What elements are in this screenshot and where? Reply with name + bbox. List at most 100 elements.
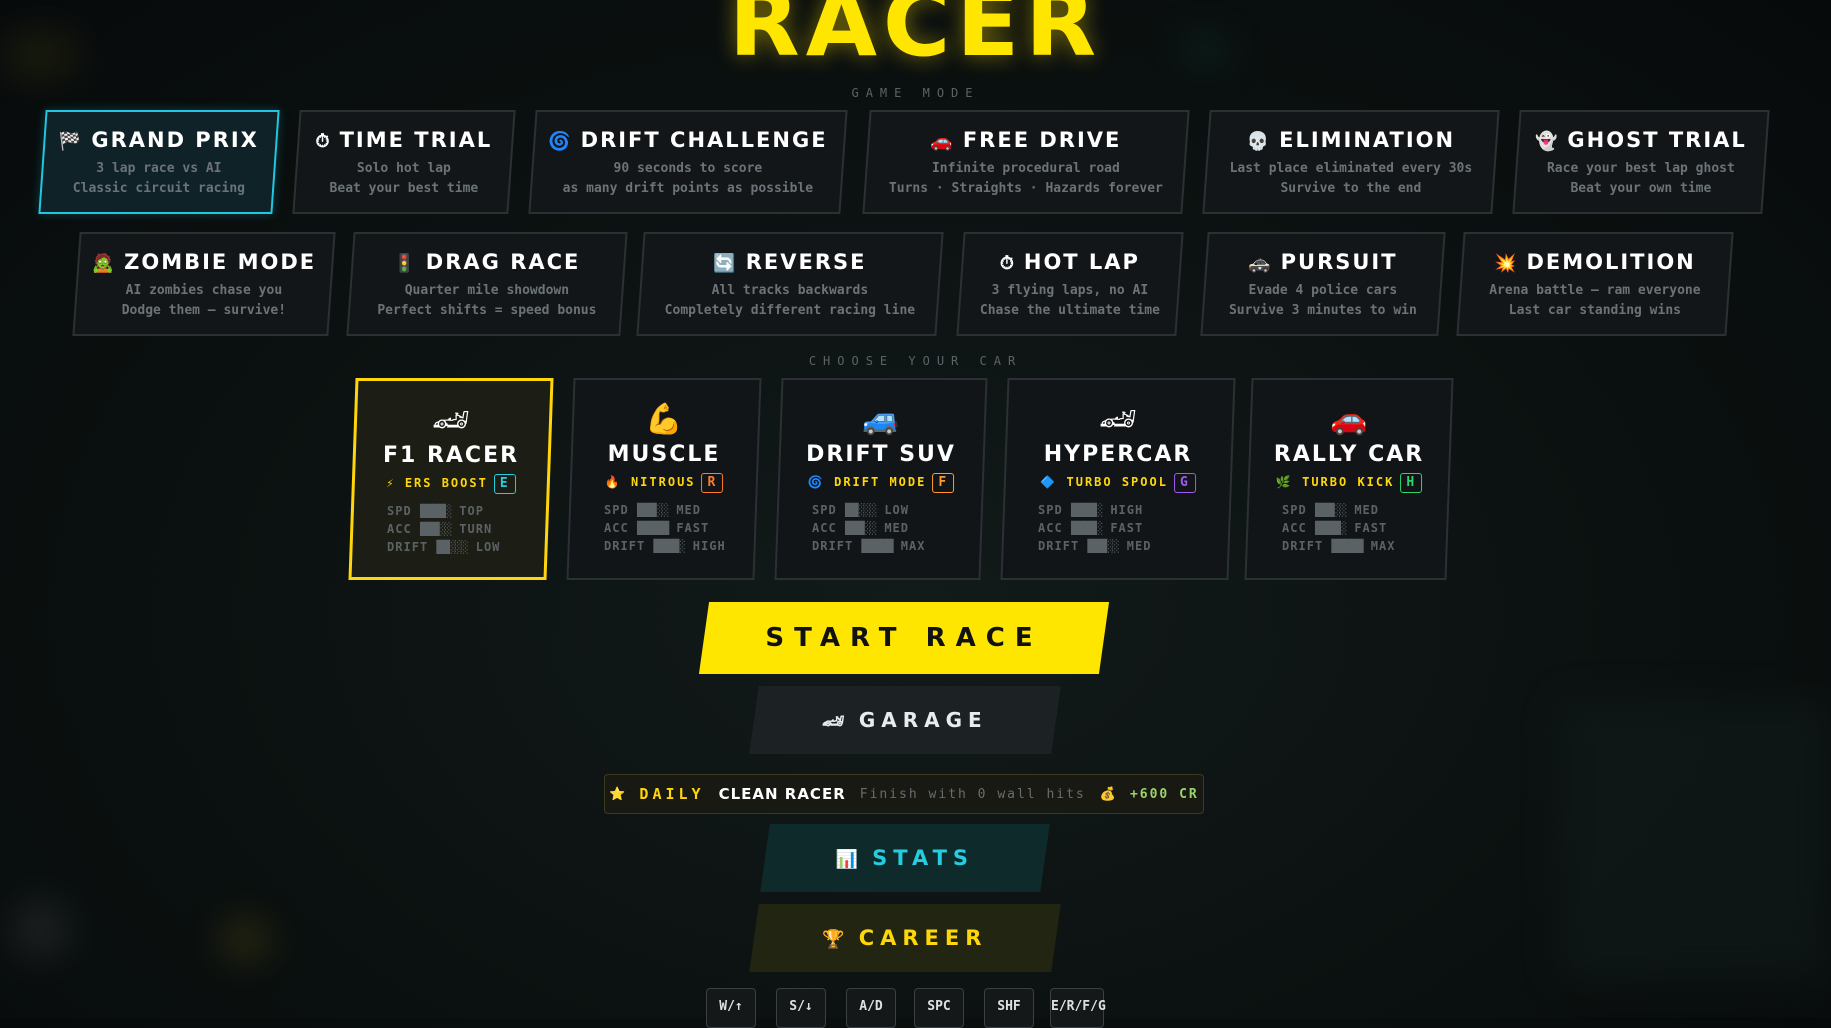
ability-key: G [1173, 473, 1196, 493]
mode-title-text: REVERSE [745, 250, 867, 274]
background-glow [10, 900, 70, 960]
stat-bar: ████░ [1070, 503, 1103, 517]
stats-label: STATS [872, 846, 975, 870]
key-hint: E/R/F/G [1050, 988, 1106, 1028]
mode-description: Arena battle — ram everyone Last car stan… [1462, 281, 1728, 321]
mode-card-ghost-trial[interactable]: 👻 GHOST TRIAL Race your best lap ghost Beat… [1512, 110, 1770, 214]
car-icon: 💪 [645, 402, 683, 437]
stat-bar: █████ [1331, 539, 1363, 553]
career-button[interactable]: 🏆 CAREER [749, 904, 1061, 972]
stat-bar: ██░░░ [844, 503, 877, 517]
mode-icon: 🚗 [930, 131, 955, 152]
mode-card-drag-race[interactable]: 🚦 DRAG RACE Quarter mile showdown Perfect s… [346, 232, 628, 336]
car-ability: 🌿 TURBO KICK H [1250, 473, 1448, 493]
key-hint: W/↑ [706, 988, 756, 1028]
mode-title: 🔄 REVERSE [642, 250, 938, 274]
car-card-f1-racer[interactable]: 🏎 F1 RACER ⚡ ERS BOOST E SPD ████░ TOP ACC ██… [348, 378, 554, 580]
mode-description-line: 3 lap race vs AI [96, 161, 222, 176]
daily-challenge-description: Finish with 0 wall hits [859, 786, 1086, 802]
car-stat: DRIFT ████░ HIGH [604, 539, 756, 553]
stat-label: DRIFT [387, 540, 429, 554]
car-name: F1 RACER [382, 443, 520, 468]
stat-rating: LOW [884, 503, 910, 517]
mode-description-line: Solo hot lap [356, 161, 451, 176]
car-icon: 🏎 [1099, 402, 1138, 437]
mode-icon: 🌀 [548, 131, 573, 152]
mode-description: All tracks backwards Completely different… [642, 281, 938, 321]
mode-card-pursuit[interactable]: 🚓 PURSUIT Evade 4 police cars Survive 3 min… [1200, 232, 1446, 336]
mode-icon: 🔄 [713, 253, 738, 274]
mode-card-reverse[interactable]: 🔄 REVERSE All tracks backwards Completely d… [636, 232, 944, 336]
mode-card-free-drive[interactable]: 🚗 FREE DRIVE Infinite procedural road Turns… [862, 110, 1190, 214]
stat-label: ACC [387, 522, 412, 536]
mode-description: 3 lap race vs AI Classic circuit racing [44, 159, 274, 199]
money-bag-icon: 💰 [1099, 786, 1116, 802]
chart-icon: 📊 [835, 849, 859, 870]
daily-reward: +600 CR [1129, 786, 1199, 802]
ability-key: F [932, 473, 955, 493]
stat-rating: HIGH [1110, 503, 1144, 517]
stat-bar: ███░░ [636, 503, 669, 517]
mode-title: ⏱ HOT LAP [962, 250, 1178, 274]
mode-description: Quarter mile showdown Perfect shifts = sp… [352, 281, 622, 321]
ability-name: NITROUS [630, 475, 696, 489]
car-card-drift-suv[interactable]: 🚙 DRIFT SUV 🌀 DRIFT MODE F SPD ██░░░ LOW ACC … [774, 378, 988, 580]
mode-description: Evade 4 police cars Survive 3 minutes to … [1206, 281, 1440, 321]
mode-description-line: Evade 4 police cars [1248, 283, 1398, 298]
stat-bar: ███░░ [844, 521, 877, 535]
mode-title: 💀 ELIMINATION [1208, 128, 1494, 152]
mode-description-line: Quarter mile showdown [404, 283, 570, 298]
ability-name: ERS BOOST [404, 476, 488, 490]
ability-icon: 🌀 [807, 475, 825, 489]
stat-bar: ████░ [419, 504, 452, 518]
background-glow [1560, 700, 1830, 980]
stat-label: SPD [812, 503, 837, 517]
mode-description-line: AI zombies chase you [125, 283, 283, 298]
mode-card-zombie-mode[interactable]: 🧟 ZOMBIE MODE AI zombies chase you Dodge th… [72, 232, 336, 336]
ability-icon: 🔥 [604, 475, 622, 489]
car-stat: DRIFT █████ MAX [812, 539, 982, 553]
car-card-muscle[interactable]: 💪 MUSCLE 🔥 NITROUS R SPD ███░░ MED ACC █████ … [566, 378, 762, 580]
mode-card-time-trial[interactable]: ⏱ TIME TRIAL Solo hot lap Beat your best ti… [292, 110, 516, 214]
car-icon: 🚙 [862, 402, 900, 437]
car-stat: DRIFT ██░░░ LOW [387, 540, 547, 554]
car-stat: SPD ███░░ MED [1282, 503, 1448, 517]
car-ability: ⚡ ERS BOOST E [355, 474, 547, 494]
stat-rating: HIGH [692, 539, 726, 553]
start-race-button[interactable]: START RACE [698, 602, 1110, 674]
mode-description-line: Perfect shifts = speed bonus [377, 303, 597, 318]
stat-label: SPD [604, 503, 629, 517]
mode-description-line: Arena battle — ram everyone [1489, 283, 1701, 298]
car-stat: ACC ███░░ TURN [387, 522, 547, 536]
start-race-label: START RACE [765, 623, 1043, 653]
mode-card-grand-prix[interactable]: 🏁 GRAND PRIX 3 lap race vs AI Classic circu… [38, 110, 280, 214]
mode-description-line: Completely different racing line [664, 303, 916, 318]
mode-description: Last place eliminated every 30s Survive t… [1208, 159, 1494, 199]
car-card-hypercar[interactable]: 🏎 HYPERCAR 🔷 TURBO SPOOL G SPD ████░ HIGH ACC… [1000, 378, 1236, 580]
mode-description-line: 90 seconds to score [613, 161, 763, 176]
mode-description-line: Survive 3 minutes to win [1228, 303, 1417, 318]
garage-button[interactable]: 🏎 GARAGE [749, 686, 1061, 754]
mode-card-elimination[interactable]: 💀 ELIMINATION Last place eliminated every … [1202, 110, 1500, 214]
mode-card-demolition[interactable]: 💥 DEMOLITION Arena battle — ram everyone La… [1456, 232, 1734, 336]
stats-button[interactable]: 📊 STATS [760, 824, 1050, 892]
mode-title-text: TIME TRIAL [339, 128, 493, 152]
mode-card-hot-lap[interactable]: ⏱ HOT LAP 3 flying laps, no AI Chase the ul… [956, 232, 1184, 336]
car-card-rally-car[interactable]: 🚗 RALLY CAR 🌿 TURBO KICK H SPD ███░░ MED ACC … [1244, 378, 1454, 580]
mode-card-drift-challenge[interactable]: 🌀 DRIFT CHALLENGE 90 seconds to score as ma… [528, 110, 848, 214]
mode-description: 3 flying laps, no AI Chase the ultimate t… [962, 281, 1178, 321]
mode-description-line: Chase the ultimate time [979, 303, 1160, 318]
stat-label: SPD [1038, 503, 1063, 517]
game-title: RACER [728, 0, 1103, 77]
stat-bar: ████░ [1314, 521, 1347, 535]
mode-icon: 🚦 [393, 253, 418, 274]
mode-title: 🚓 PURSUIT [1206, 250, 1440, 274]
stat-label: SPD [1282, 503, 1307, 517]
star-icon: ⭐ [609, 786, 626, 802]
car-icon: 🏎 [431, 403, 471, 438]
stat-rating: MED [1126, 539, 1152, 553]
daily-challenge-banner[interactable]: ⭐ DAILY CLEAN RACER Finish with 0 wall h… [604, 774, 1204, 814]
stat-bar: ███░░ [419, 522, 452, 536]
mode-title-text: HOT LAP [1023, 250, 1140, 274]
stat-label: DRIFT [1282, 539, 1324, 553]
